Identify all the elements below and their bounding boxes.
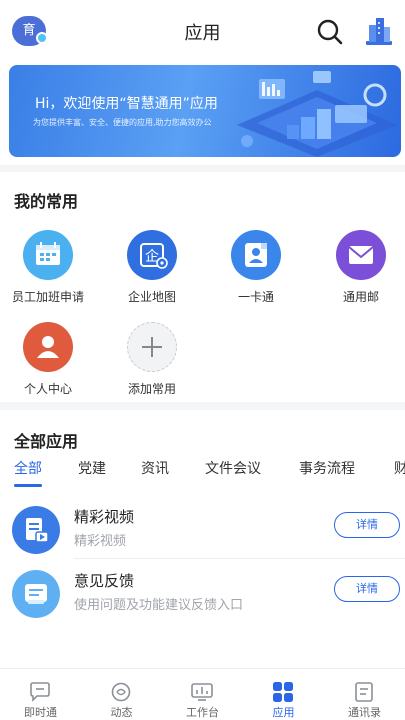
section-divider bbox=[0, 402, 405, 410]
feedback-icon bbox=[12, 570, 60, 618]
top-header: 育 应用 bbox=[0, 0, 405, 62]
tab-all[interactable]: 全部 bbox=[14, 458, 42, 478]
dashboard-icon bbox=[191, 683, 213, 701]
fav-item-personal-center[interactable]: 个人中心 bbox=[8, 322, 88, 397]
chat-icon bbox=[30, 682, 50, 702]
enterprise-map-icon: 企 bbox=[127, 230, 177, 280]
person-icon bbox=[23, 322, 73, 372]
bottom-navigation: 即时通 动态 工作台 应用 通讯录 bbox=[0, 668, 405, 720]
app-name: 意见反馈 bbox=[74, 572, 135, 590]
app-row-video[interactable]: 精彩视频 精彩视频 详情 bbox=[0, 502, 405, 562]
tab-finance[interactable]: 财 bbox=[394, 458, 405, 478]
search-icon[interactable] bbox=[316, 18, 344, 46]
plus-icon bbox=[127, 322, 177, 372]
nav-item-workbench[interactable]: 工作台 bbox=[162, 669, 243, 720]
nav-label: 即时通 bbox=[24, 706, 57, 719]
welcome-banner[interactable]: Hi，欢迎使用“智慧通用”应用 为您提供丰富、安全、便捷的应用,助力您高效办公 bbox=[9, 65, 401, 157]
app-description: 使用问题及功能建议反馈入口 bbox=[74, 598, 244, 613]
tab-party[interactable]: 党建 bbox=[78, 458, 106, 478]
fav-item-card[interactable]: 一卡通 bbox=[216, 230, 296, 305]
app-description: 精彩视频 bbox=[74, 534, 127, 549]
fav-label: 通用邮 bbox=[342, 290, 379, 304]
grid-icon bbox=[273, 682, 293, 702]
fav-item-add[interactable]: 添加常用 bbox=[112, 322, 192, 397]
nav-label: 通讯录 bbox=[348, 706, 381, 719]
tab-news[interactable]: 资讯 bbox=[141, 458, 169, 478]
building-icon[interactable] bbox=[364, 15, 394, 47]
refresh-circle-icon bbox=[111, 682, 131, 702]
fav-label: 添加常用 bbox=[127, 382, 176, 396]
tab-documents[interactable]: 文件会议 bbox=[205, 458, 261, 478]
fav-label: 个人中心 bbox=[23, 382, 72, 396]
nav-label: 工作台 bbox=[186, 706, 219, 719]
mail-icon bbox=[336, 230, 386, 280]
nav-label: 应用 bbox=[272, 706, 295, 719]
banner-illustration bbox=[237, 71, 397, 157]
category-tabs: 全部 党建 资讯 文件会议 事务流程 财 bbox=[0, 458, 405, 488]
banner-subtitle: 为您提供丰富、安全、便捷的应用,助力您高效办公 bbox=[33, 118, 212, 127]
contacts-icon bbox=[355, 682, 373, 702]
nav-label: 动态 bbox=[110, 706, 133, 719]
banner-title: Hi，欢迎使用“智慧通用”应用 bbox=[35, 96, 218, 112]
details-button[interactable]: 详情 bbox=[334, 576, 400, 602]
fav-label: 一卡通 bbox=[237, 290, 274, 304]
card-icon bbox=[231, 230, 281, 280]
nav-item-apps[interactable]: 应用 bbox=[243, 669, 324, 720]
nav-item-chat[interactable]: 即时通 bbox=[0, 669, 81, 720]
row-divider bbox=[74, 558, 405, 559]
favorites-title: 我的常用 bbox=[14, 192, 79, 211]
calendar-icon bbox=[23, 230, 73, 280]
fav-item-mail[interactable]: 通用邮 bbox=[321, 230, 401, 305]
fav-label: 企业地图 bbox=[127, 290, 176, 304]
app-name: 精彩视频 bbox=[74, 508, 135, 526]
active-tab-indicator bbox=[14, 484, 42, 487]
fav-item-overtime[interactable]: 员工加班申请 bbox=[8, 230, 88, 305]
fav-item-enterprise-map[interactable]: 企 企业地图 bbox=[112, 230, 192, 305]
page-title: 应用 bbox=[184, 23, 221, 44]
tab-workflow[interactable]: 事务流程 bbox=[299, 458, 355, 478]
fav-label: 员工加班申请 bbox=[11, 290, 84, 304]
nav-item-feed[interactable]: 动态 bbox=[81, 669, 162, 720]
all-apps-title: 全部应用 bbox=[14, 432, 79, 451]
video-doc-icon bbox=[12, 506, 60, 554]
details-button[interactable]: 详情 bbox=[334, 512, 400, 538]
nav-item-contacts[interactable]: 通讯录 bbox=[324, 669, 405, 720]
app-row-feedback[interactable]: 意见反馈 使用问题及功能建议反馈入口 详情 bbox=[0, 566, 405, 626]
